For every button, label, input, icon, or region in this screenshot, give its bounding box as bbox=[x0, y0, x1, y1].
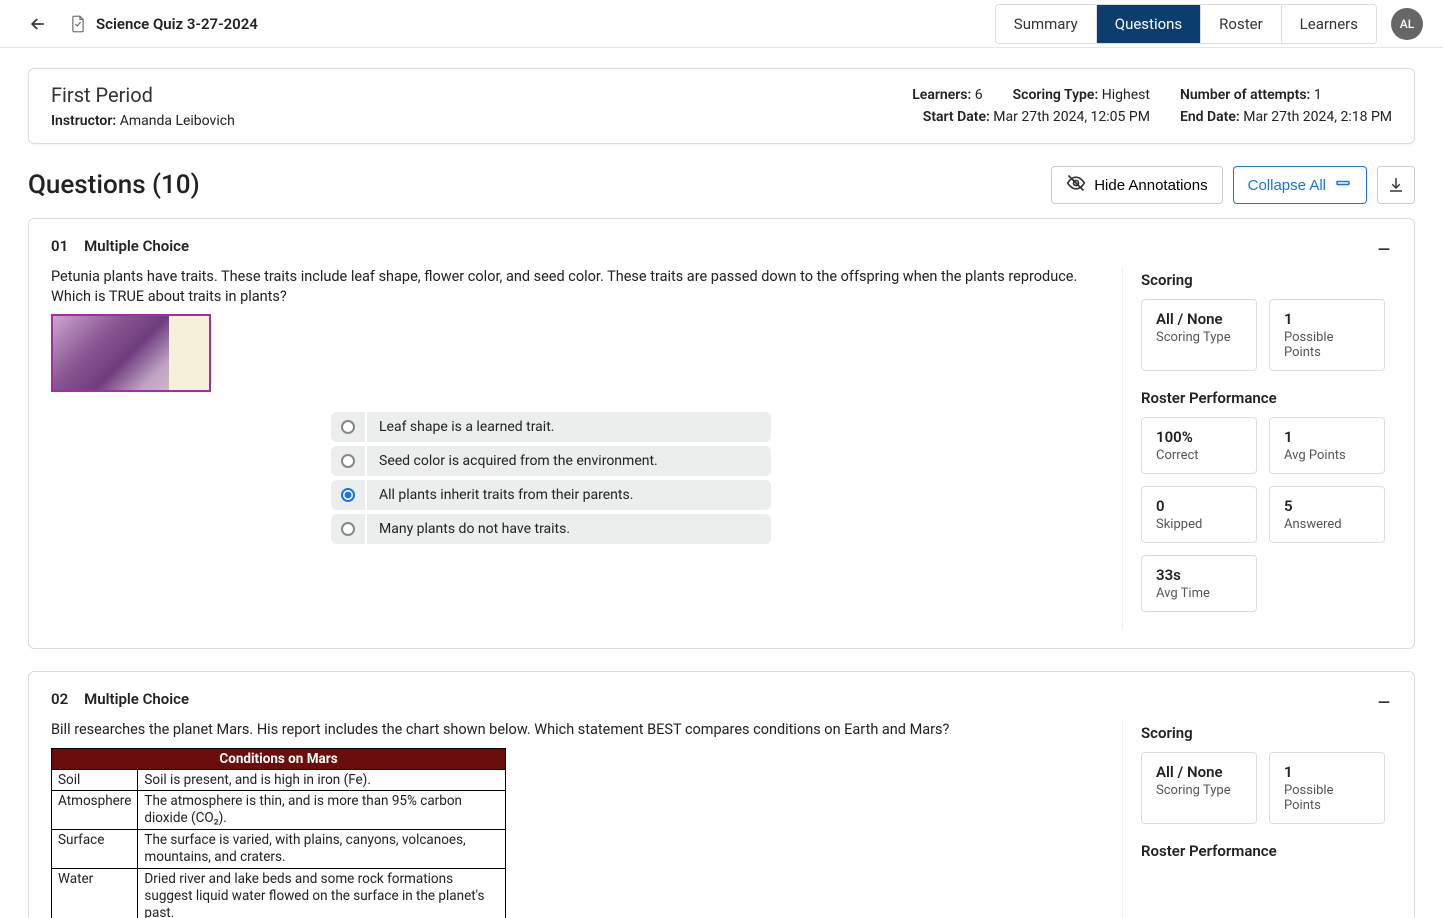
instructor-name: Amanda Leibovich bbox=[120, 113, 235, 129]
attempts-label: Number of attempts: bbox=[1180, 87, 1310, 103]
q2-scoring-heading: Scoring bbox=[1141, 724, 1392, 742]
q1-scoring-heading: Scoring bbox=[1141, 271, 1392, 289]
section-title: Questions (10) bbox=[28, 170, 1041, 200]
collapse-all-label: Collapse All bbox=[1248, 177, 1326, 194]
q1-choice-1-label: Seed color is acquired from the environm… bbox=[365, 446, 771, 476]
scoring-type-label: Scoring Type: bbox=[1013, 87, 1099, 103]
scoring-type-value: Highest bbox=[1102, 87, 1150, 103]
tab-questions[interactable]: Questions bbox=[1097, 5, 1201, 43]
tab-roster[interactable]: Roster bbox=[1201, 5, 1281, 43]
start-date-label: Start Date: bbox=[923, 109, 990, 125]
question-card-1: 01 Multiple Choice Petunia plants have t… bbox=[28, 218, 1415, 649]
q2-roster-heading: Roster Performance bbox=[1141, 842, 1392, 860]
radio-icon bbox=[341, 454, 355, 468]
tab-learners[interactable]: Learners bbox=[1282, 5, 1376, 43]
attempts-value: 1 bbox=[1314, 87, 1322, 103]
q1-roster-heading: Roster Performance bbox=[1141, 389, 1392, 407]
start-date-value: Mar 27th 2024, 12:05 PM bbox=[993, 109, 1150, 125]
document-icon bbox=[70, 15, 88, 33]
q2-number: 02 bbox=[51, 690, 68, 708]
class-name: First Period bbox=[51, 83, 235, 107]
q1-choice-3-label: Many plants do not have traits. bbox=[365, 514, 771, 544]
instructor-label: Instructor: bbox=[51, 113, 116, 129]
q1-avgtime-box: 33s Avg Time bbox=[1141, 555, 1257, 612]
collapse-icon bbox=[1334, 174, 1352, 196]
q1-choice-2[interactable]: All plants inherit traits from their par… bbox=[331, 480, 771, 510]
q1-correct-box: 100% Correct bbox=[1141, 417, 1257, 474]
collapse-question-1-button[interactable] bbox=[1376, 241, 1392, 261]
mars-row-0: SoilSoil is present, and is high in iron… bbox=[52, 769, 506, 791]
q1-number: 01 bbox=[51, 237, 68, 255]
q1-type: Multiple Choice bbox=[84, 237, 189, 255]
q2-text: Bill researches the planet Mars. His rep… bbox=[51, 720, 1102, 740]
hide-annotations-button[interactable]: Hide Annotations bbox=[1051, 166, 1222, 204]
avatar[interactable]: AL bbox=[1391, 8, 1423, 40]
q1-text: Petunia plants have traits. These traits… bbox=[51, 267, 1102, 306]
mars-row-1: AtmosphereThe atmosphere is thin, and is… bbox=[52, 791, 506, 830]
back-arrow-icon[interactable] bbox=[28, 14, 48, 34]
end-date-label: End Date: bbox=[1180, 109, 1240, 125]
nav-tabs: Summary Questions Roster Learners bbox=[995, 4, 1377, 44]
q1-choice-2-label: All plants inherit traits from their par… bbox=[365, 480, 771, 510]
download-button[interactable] bbox=[1377, 166, 1415, 204]
hide-annotations-label: Hide Annotations bbox=[1094, 177, 1207, 194]
q1-choice-0[interactable]: Leaf shape is a learned trait. bbox=[331, 412, 771, 442]
radio-icon bbox=[341, 522, 355, 536]
class-info-card: First Period Instructor: Amanda Leibovic… bbox=[28, 68, 1415, 144]
collapse-question-2-button[interactable] bbox=[1376, 694, 1392, 714]
question-card-2: 02 Multiple Choice Bill researches the p… bbox=[28, 671, 1415, 918]
q1-image bbox=[51, 314, 211, 392]
tab-summary[interactable]: Summary bbox=[996, 5, 1097, 43]
q1-choice-3[interactable]: Many plants do not have traits. bbox=[331, 514, 771, 544]
q1-choice-0-label: Leaf shape is a learned trait. bbox=[365, 412, 771, 442]
q1-avgpts-box: 1 Avg Points bbox=[1269, 417, 1385, 474]
q1-skipped-box: 0 Skipped bbox=[1141, 486, 1257, 543]
learners-value: 6 bbox=[975, 87, 983, 103]
eye-off-icon bbox=[1066, 173, 1086, 197]
q2-type: Multiple Choice bbox=[84, 690, 189, 708]
doc-title: Science Quiz 3-27-2024 bbox=[96, 15, 258, 33]
radio-icon bbox=[341, 420, 355, 434]
q2-scoring-type-box: All / None Scoring Type bbox=[1141, 752, 1257, 824]
radio-icon bbox=[341, 488, 355, 502]
collapse-all-button[interactable]: Collapse All bbox=[1233, 166, 1367, 204]
q1-points-box: 1 Possible Points bbox=[1269, 299, 1385, 371]
mars-table-title: Conditions on Mars bbox=[52, 748, 506, 769]
mars-row-2: SurfaceThe surface is varied, with plain… bbox=[52, 830, 506, 869]
end-date-value: Mar 27th 2024, 2:18 PM bbox=[1243, 109, 1392, 125]
q1-choice-1[interactable]: Seed color is acquired from the environm… bbox=[331, 446, 771, 476]
q1-scoring-type-box: All / None Scoring Type bbox=[1141, 299, 1257, 371]
q1-answered-box: 5 Answered bbox=[1269, 486, 1385, 543]
mars-table: Conditions on Mars SoilSoil is present, … bbox=[51, 748, 506, 918]
learners-label: Learners: bbox=[912, 87, 971, 103]
mars-row-3: WaterDried river and lake beds and some … bbox=[52, 868, 506, 918]
q2-points-box: 1 Possible Points bbox=[1269, 752, 1385, 824]
